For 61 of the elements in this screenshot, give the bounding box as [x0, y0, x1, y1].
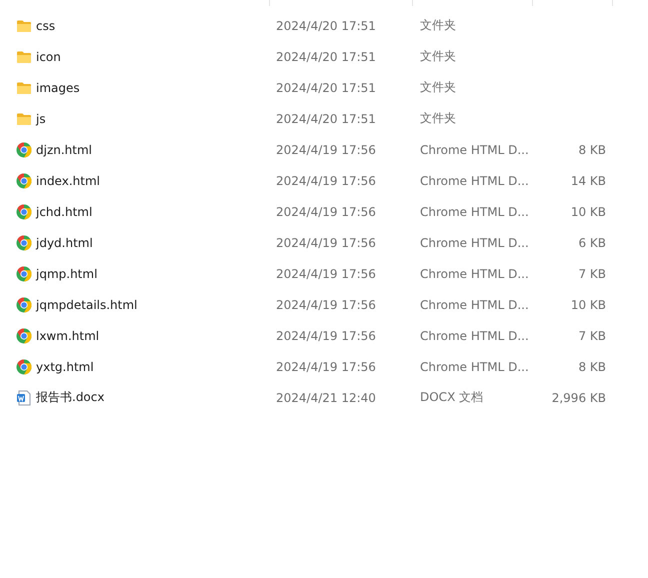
modified-date: 2024/4/19 17:56: [276, 298, 376, 312]
file-type: 文件夹: [420, 79, 456, 96]
folder-icon: [16, 80, 32, 96]
chrome-icon: [16, 172, 32, 188]
chrome-icon: [16, 204, 32, 220]
file-name[interactable]: djzn.html: [36, 142, 92, 156]
file-type: Chrome HTML D...: [420, 328, 529, 342]
file-size: 2,996 KB: [552, 390, 606, 404]
file-size: 7 KB: [578, 328, 606, 342]
file-name[interactable]: index.html: [36, 174, 100, 188]
file-type: Chrome HTML D...: [420, 142, 529, 156]
modified-date: 2024/4/20 17:51: [276, 18, 376, 32]
file-size: 10 KB: [570, 204, 606, 218]
file-size: 6 KB: [578, 236, 606, 250]
chrome-icon: [16, 296, 32, 312]
modified-date: 2024/4/19 17:56: [276, 266, 376, 280]
chrome-icon: [16, 266, 32, 282]
file-type: Chrome HTML D...: [420, 204, 529, 218]
file-type: Chrome HTML D...: [420, 266, 529, 280]
file-type: Chrome HTML D...: [420, 298, 529, 312]
file-name[interactable]: images: [36, 80, 80, 94]
file-size: 10 KB: [570, 298, 606, 312]
file-size: 7 KB: [578, 266, 606, 280]
file-name[interactable]: jchd.html: [36, 204, 92, 218]
chrome-icon: [16, 358, 32, 374]
modified-date: 2024/4/20 17:51: [276, 112, 376, 126]
modified-date: 2024/4/21 12:40: [276, 390, 376, 404]
modified-date: 2024/4/19 17:56: [276, 174, 376, 188]
file-type: Chrome HTML D...: [420, 174, 529, 188]
chrome-icon: [16, 234, 32, 250]
file-type: 文件夹: [420, 110, 456, 127]
file-type: DOCX 文档: [420, 389, 484, 406]
file-name[interactable]: jqmpdetails.html: [36, 298, 138, 312]
modified-date: 2024/4/19 17:56: [276, 204, 376, 218]
file-name[interactable]: jdyd.html: [36, 236, 93, 250]
file-name[interactable]: yxtg.html: [36, 360, 94, 374]
file-size: 8 KB: [578, 142, 606, 156]
file-name[interactable]: icon: [36, 50, 61, 64]
file-type: Chrome HTML D...: [420, 360, 529, 374]
modified-date: 2024/4/20 17:51: [276, 80, 376, 94]
modified-date: 2024/4/19 17:56: [276, 360, 376, 374]
modified-date: 2024/4/19 17:56: [276, 328, 376, 342]
file-type: Chrome HTML D...: [420, 236, 529, 250]
file-type: 文件夹: [420, 17, 456, 34]
folder-icon: [16, 18, 32, 34]
file-name[interactable]: lxwm.html: [36, 328, 100, 342]
folder-icon: [16, 110, 32, 126]
modified-date: 2024/4/19 17:56: [276, 236, 376, 250]
modified-date: 2024/4/19 17:56: [276, 142, 376, 156]
file-name[interactable]: css: [36, 18, 56, 32]
file-size: 8 KB: [578, 360, 606, 374]
file-size: 14 KB: [570, 174, 606, 188]
chrome-icon: [16, 328, 32, 344]
modified-date: 2024/4/20 17:51: [276, 50, 376, 64]
chrome-icon: [16, 142, 32, 158]
document-icon: [16, 390, 32, 406]
file-name[interactable]: 报告书.docx: [36, 389, 104, 406]
file-name[interactable]: js: [36, 112, 46, 126]
file-name[interactable]: jqmp.html: [36, 266, 98, 280]
folder-icon: [16, 48, 32, 64]
file-type: 文件夹: [420, 48, 456, 65]
